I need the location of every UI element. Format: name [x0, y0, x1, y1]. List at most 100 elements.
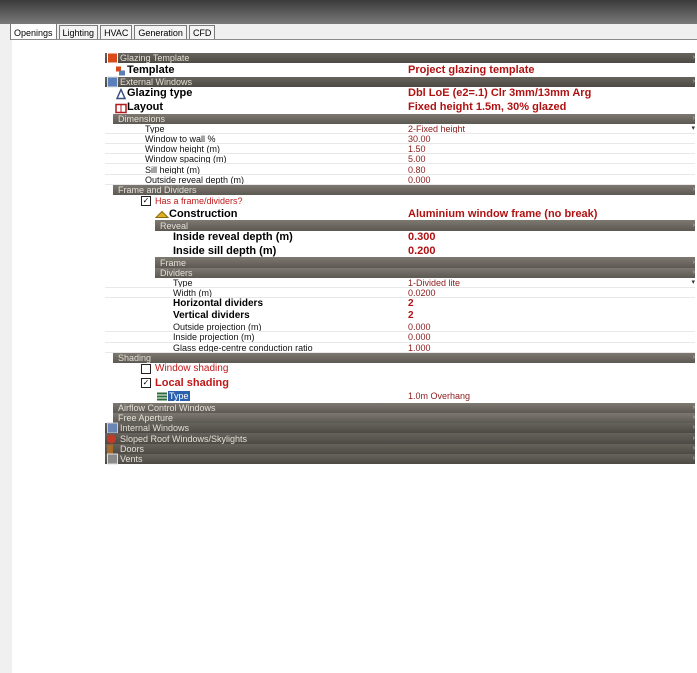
inside-reveal-label: Inside reveal depth (m): [173, 231, 293, 244]
inside-reveal-value[interactable]: 0.300: [408, 232, 436, 243]
local-shading-type-row[interactable]: Type 1.0m Overhang: [105, 390, 695, 403]
expand-arrow-icon[interactable]: ›: [693, 434, 695, 444]
inside-sill-value[interactable]: 0.200: [408, 245, 436, 256]
local-shading-row[interactable]: ✓ Local shading: [105, 376, 695, 390]
expand-arrow-icon[interactable]: ›: [693, 454, 695, 464]
tab-cfd[interactable]: CFD: [188, 25, 216, 40]
section-label: Doors: [120, 443, 145, 454]
section-frame-dividers[interactable]: Frame and Dividers ›: [113, 184, 695, 196]
collapse-arrow-icon[interactable]: ›: [693, 185, 695, 195]
section-dividers[interactable]: Dividers ›: [155, 267, 695, 278]
local-shading-type-label: Type: [168, 391, 190, 402]
local-shading-type-value[interactable]: 1.0m Overhang: [408, 391, 470, 401]
tab-lighting[interactable]: Lighting: [58, 25, 99, 40]
section-glazing-template[interactable]: Glazing Template ›: [105, 52, 695, 64]
section-external-windows[interactable]: External Windows ›: [105, 76, 695, 88]
section-internal-windows[interactable]: Internal Windows ›: [105, 422, 695, 434]
template-label: Template: [127, 63, 175, 76]
inside-reveal-row[interactable]: Inside reveal depth (m) 0.300: [105, 231, 695, 244]
tab-strip: Openings Lighting HVAC Generation CFD: [10, 23, 217, 40]
glazing-icon: [115, 88, 127, 100]
section-label: Vents: [120, 453, 143, 464]
tab-openings[interactable]: Openings: [10, 23, 57, 40]
layout-label: Layout: [127, 100, 164, 113]
construction-label: Construction: [169, 207, 238, 220]
window-title-bar: [0, 0, 697, 24]
section-label: Frame: [160, 257, 187, 268]
divider-width-row[interactable]: Width (m) 0.0200: [105, 288, 695, 299]
glass-edge-row[interactable]: Glass edge-centre conduction ratio 1.000: [105, 343, 695, 353]
inside-sill-row[interactable]: Inside sill depth (m) 0.200: [105, 244, 695, 257]
section-label: Frame and Dividers: [118, 184, 197, 195]
section-label: Dividers: [160, 267, 193, 278]
local-shading-checkbox[interactable]: ✓: [141, 377, 151, 388]
section-shading[interactable]: Shading ›: [113, 352, 695, 363]
template-value[interactable]: Project glazing template: [408, 64, 535, 75]
tab-hvac[interactable]: HVAC: [100, 25, 133, 40]
template-folder-icon: [107, 52, 118, 64]
local-shading-label: Local shading: [155, 376, 229, 389]
window-shading-checkbox[interactable]: [141, 364, 151, 375]
horizontal-dividers-row[interactable]: Horizontal dividers 2: [105, 298, 695, 310]
collapse-arrow-icon[interactable]: ›: [693, 221, 695, 231]
section-label: Sloped Roof Windows/Skylights: [120, 433, 248, 444]
section-airflow-control[interactable]: Airflow Control Windows ›: [113, 402, 695, 414]
section-label: External Windows: [120, 76, 193, 87]
collapse-arrow-icon[interactable]: ›: [693, 268, 695, 278]
has-frame-checkbox[interactable]: ✓: [141, 196, 151, 207]
layout-row[interactable]: Layout Fixed height 1.5m, 30% glazed: [105, 100, 695, 114]
collapse-arrow-icon[interactable]: ›: [693, 77, 695, 87]
glazing-type-label: Glazing type: [127, 87, 193, 100]
collapse-arrow-icon[interactable]: ›: [693, 353, 695, 363]
section-doors[interactable]: Doors ›: [105, 443, 695, 454]
section-label: Dimensions: [118, 113, 166, 124]
window-shading-row[interactable]: Window shading: [105, 363, 695, 376]
window-shading-label: Window shading: [155, 363, 229, 375]
internal-window-icon: [107, 422, 118, 434]
vent-icon: [107, 453, 118, 465]
section-free-aperture[interactable]: Free Aperture ›: [113, 413, 695, 424]
inside-projection-row[interactable]: Inside projection (m) 0.000: [105, 332, 695, 343]
section-reveal[interactable]: Reveal ›: [155, 220, 695, 231]
outside-projection-row[interactable]: Outside projection (m) 0.000: [105, 322, 695, 333]
window-icon: [107, 76, 118, 88]
collapse-arrow-icon[interactable]: ›: [693, 53, 695, 63]
template-icon: [115, 65, 125, 76]
tab-generation[interactable]: Generation: [134, 25, 187, 40]
window-to-wall-row[interactable]: Window to wall % 30.00: [105, 134, 695, 145]
vertical-dividers-label: Vertical dividers: [173, 310, 250, 322]
list-icon: [157, 392, 167, 401]
has-frame-label: Has a frame/dividers?: [155, 196, 243, 207]
section-frame[interactable]: Frame ›: [155, 257, 695, 268]
outside-reveal-row[interactable]: Outside reveal depth (m) 0.000: [105, 175, 695, 185]
expand-arrow-icon[interactable]: ›: [693, 444, 695, 454]
construction-icon: [154, 209, 170, 218]
sill-height-row[interactable]: Sill height (m) 0.80: [105, 164, 695, 175]
glazing-type-row[interactable]: Glazing type Dbl LoE (e2=.1) Clr 3mm/13m…: [105, 87, 695, 100]
horizontal-dividers-value[interactable]: 2: [408, 299, 414, 309]
section-dimensions[interactable]: Dimensions ›: [113, 113, 695, 124]
expand-arrow-icon[interactable]: ›: [693, 423, 695, 433]
divider-type-row[interactable]: Type 1-Divided lite ▾: [105, 278, 695, 288]
layout-icon: [115, 102, 127, 114]
section-label: Airflow Control Windows: [118, 403, 216, 413]
section-sloped-roof[interactable]: Sloped Roof Windows/Skylights ›: [105, 433, 695, 444]
window-height-row[interactable]: Window height (m) 1.50: [105, 144, 695, 155]
template-row[interactable]: Template Project glazing template: [105, 63, 695, 76]
collapse-arrow-icon[interactable]: ›: [693, 114, 695, 124]
glazing-type-value[interactable]: Dbl LoE (e2=.1) Clr 3mm/13mm Arg: [408, 88, 591, 99]
expand-arrow-icon[interactable]: ›: [693, 258, 695, 268]
expand-arrow-icon[interactable]: ›: [693, 413, 695, 423]
vertical-dividers-value[interactable]: 2: [408, 311, 414, 321]
section-label: Reveal: [160, 220, 189, 231]
vertical-dividers-row[interactable]: Vertical dividers 2: [105, 310, 695, 322]
expand-arrow-icon[interactable]: ›: [693, 403, 695, 413]
type-row[interactable]: Type 2-Fixed height ▾: [105, 124, 695, 134]
property-tree: Glazing Template › Template Project glaz…: [105, 52, 695, 465]
layout-value[interactable]: Fixed height 1.5m, 30% glazed: [408, 101, 566, 112]
has-frame-row[interactable]: ✓ Has a frame/dividers?: [105, 195, 695, 207]
section-vents[interactable]: Vents ›: [105, 453, 695, 465]
construction-value[interactable]: Aluminium window frame (no break): [408, 208, 597, 219]
construction-row[interactable]: Construction Aluminium window frame (no …: [105, 207, 695, 220]
window-spacing-row[interactable]: Window spacing (m) 5.00: [105, 154, 695, 165]
